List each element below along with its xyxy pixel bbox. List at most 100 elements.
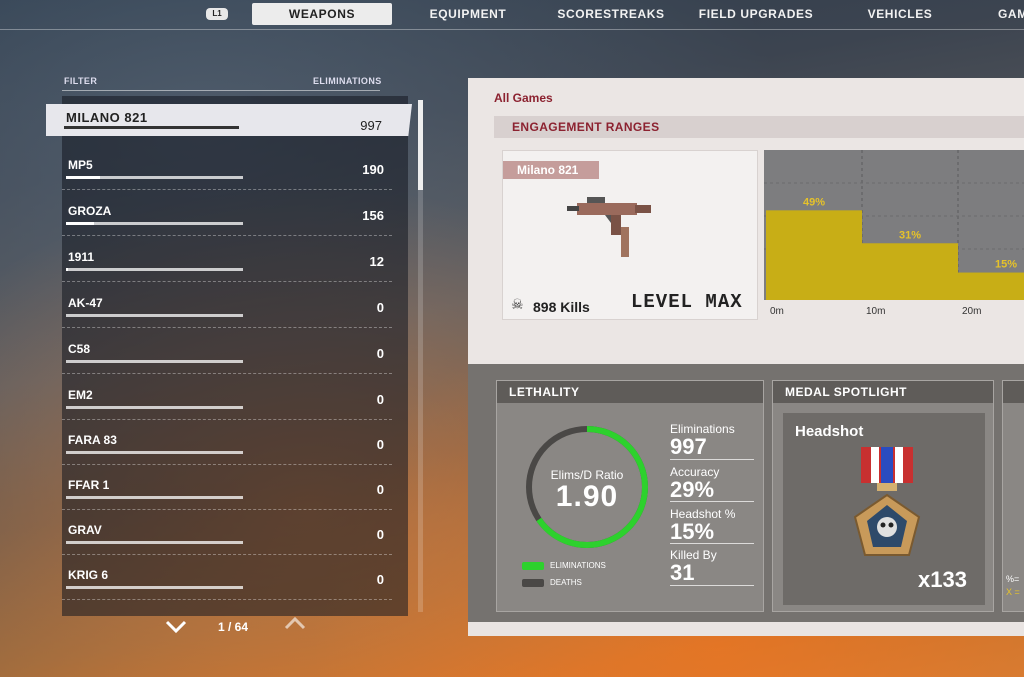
- weapon-row-groza[interactable]: GROZA 156: [62, 192, 392, 236]
- weapon-row-mp5[interactable]: MP5 190: [62, 146, 392, 190]
- l1-button-hint: L1: [206, 8, 228, 20]
- weapon-progress-fill: [66, 268, 68, 271]
- chevron-down-icon[interactable]: [165, 618, 187, 639]
- chart-tick-label: 20m: [962, 306, 981, 317]
- weapon-eliminations: 0: [376, 346, 384, 361]
- engagement-range-chart: 49% 31% 15% 0m 10m 20m: [764, 150, 1024, 320]
- weapon-progress-fill: [66, 176, 100, 179]
- pagination-label: 1 / 64: [218, 620, 249, 634]
- weapon-name: C58: [68, 342, 91, 356]
- tab-equipment[interactable]: EQUIPMENT: [418, 3, 518, 25]
- weapon-name: FFAR 1: [68, 478, 110, 492]
- weapon-row-krig-6[interactable]: KRIG 6 0: [62, 556, 392, 600]
- tab-game[interactable]: GAM: [998, 3, 1024, 25]
- weapon-name: MP5: [68, 158, 93, 172]
- medal-card[interactable]: Headshot x133: [783, 413, 985, 605]
- legend-eliminations: ELIMINATIONS: [550, 561, 606, 570]
- weapon-eliminations: 0: [376, 392, 384, 407]
- engagement-chart-svg: 49% 31% 15% 0m 10m 20m: [764, 150, 1024, 320]
- chart-axis-band: [764, 300, 1024, 320]
- medal-name: Headshot: [795, 423, 864, 440]
- weapon-name-tag: Milano 821: [503, 161, 599, 179]
- weapon-row-1911[interactable]: 1911 12: [62, 238, 392, 282]
- chart-data-label: 15%: [995, 259, 1017, 271]
- weapon-row-fara-83[interactable]: FARA 83 0: [62, 421, 392, 465]
- weapon-eliminations: 0: [376, 437, 384, 452]
- medal-icon: [847, 447, 927, 572]
- weapon-progress-bar: [66, 586, 243, 589]
- weapon-progress-bar: [66, 496, 243, 499]
- list-scrollbar[interactable]: [418, 100, 423, 612]
- chart-tick-label: 10m: [866, 306, 885, 317]
- weapon-row-ak-47[interactable]: AK-47 0: [62, 284, 392, 328]
- chart-bar-20m: [958, 272, 1024, 300]
- weapon-eliminations: 156: [362, 208, 384, 223]
- weapon-row-milano-821[interactable]: MILANO 821 997: [46, 104, 412, 136]
- skull-icon: ☠: [511, 296, 524, 312]
- weapon-eliminations: 0: [376, 300, 384, 315]
- chevron-up-icon[interactable]: [284, 614, 306, 635]
- engagement-ranges-header: ENGAGEMENT RANGES: [494, 116, 1024, 138]
- weapon-name: KRIG 6: [68, 568, 109, 582]
- scrollbar-thumb[interactable]: [418, 100, 423, 190]
- medal-count: x133: [918, 567, 967, 592]
- weapon-name: GROZA: [68, 204, 112, 218]
- engagement-card: All Games ENGAGEMENT RANGES Milano 821 ☠…: [468, 78, 1024, 364]
- header-divider: [62, 90, 380, 91]
- weapon-name: GRAV: [68, 523, 102, 537]
- lethality-header: LETHALITY: [497, 381, 763, 403]
- tab-vehicles[interactable]: VEHICLES: [858, 3, 942, 25]
- weapon-name: MILANO 821: [66, 110, 148, 125]
- game-mode-label[interactable]: All Games: [494, 91, 553, 105]
- weapon-row-ffar-1[interactable]: FFAR 1 0: [62, 466, 392, 510]
- chart-data-label: 31%: [899, 229, 921, 241]
- chart-tick-label: 0m: [770, 306, 784, 317]
- medal-header: MEDAL SPOTLIGHT: [773, 381, 993, 403]
- ratio-value: 1.90: [555, 480, 619, 513]
- weapon-progress-bar: [66, 176, 243, 179]
- weapon-name: AK-47: [68, 296, 103, 310]
- deaths-swatch: [522, 579, 544, 587]
- eliminations-swatch: [522, 562, 544, 570]
- weapon-row-grav[interactable]: GRAV 0: [62, 511, 392, 555]
- weapon-progress-bar: [66, 222, 243, 225]
- medal-spotlight-panel: MEDAL SPOTLIGHT Headshot x133: [772, 380, 994, 612]
- weapon-eliminations: 0: [376, 572, 384, 587]
- weapon-progress-bar: [66, 541, 243, 544]
- stat-value-eliminations: 997: [670, 434, 707, 459]
- side-panel-line: %=: [1006, 574, 1020, 584]
- top-nav: L1 WEAPONS EQUIPMENT SCORESTREAKS FIELD …: [0, 0, 1024, 30]
- stat-value-killed-by: 31: [670, 560, 695, 585]
- weapon-row-em2[interactable]: EM2 0: [62, 376, 392, 420]
- stat-value-accuracy: 29%: [670, 477, 715, 502]
- weapon-eliminations: 0: [376, 482, 384, 497]
- next-panel-header: [1003, 381, 1024, 403]
- section-title: ENGAGEMENT RANGES: [512, 120, 660, 134]
- medal-title: MEDAL SPOTLIGHT: [785, 385, 907, 399]
- filter-header[interactable]: FILTER: [64, 76, 97, 86]
- weapon-level: LEVEL MAX: [631, 291, 743, 313]
- weapon-progress-fill: [64, 126, 239, 129]
- stat-divider: [670, 459, 754, 460]
- weapon-name: FARA 83: [68, 433, 117, 447]
- weapon-eliminations: 997: [360, 118, 382, 133]
- weapon-row-c58[interactable]: C58 0: [62, 330, 392, 374]
- weapon-progress-bar: [66, 268, 243, 271]
- weapon-progress-bar: [66, 451, 243, 454]
- weapon-eliminations: 12: [369, 254, 384, 269]
- weapon-progress-bar: [64, 126, 239, 129]
- weapon-eliminations: 190: [362, 162, 384, 177]
- eliminations-header: ELIMINATIONS: [313, 76, 382, 86]
- weapon-progress-bar: [66, 406, 243, 409]
- weapon-name: 1911: [68, 250, 95, 264]
- tab-scorestreaks[interactable]: SCORESTREAKS: [555, 3, 667, 25]
- weapon-progress-bar: [66, 360, 243, 363]
- weapon-card: Milano 821 ☠ 898 Kills LEVEL MAX: [502, 150, 758, 320]
- weapon-name: EM2: [68, 388, 93, 402]
- tab-weapons[interactable]: WEAPONS: [252, 3, 392, 25]
- weapon-eliminations: 0: [376, 527, 384, 542]
- torn-paper-edge: [468, 636, 1024, 652]
- stat-value-headshot: 15%: [670, 519, 715, 544]
- chart-data-label: 49%: [803, 196, 825, 208]
- tab-field-upgrades[interactable]: FIELD UPGRADES: [694, 3, 818, 25]
